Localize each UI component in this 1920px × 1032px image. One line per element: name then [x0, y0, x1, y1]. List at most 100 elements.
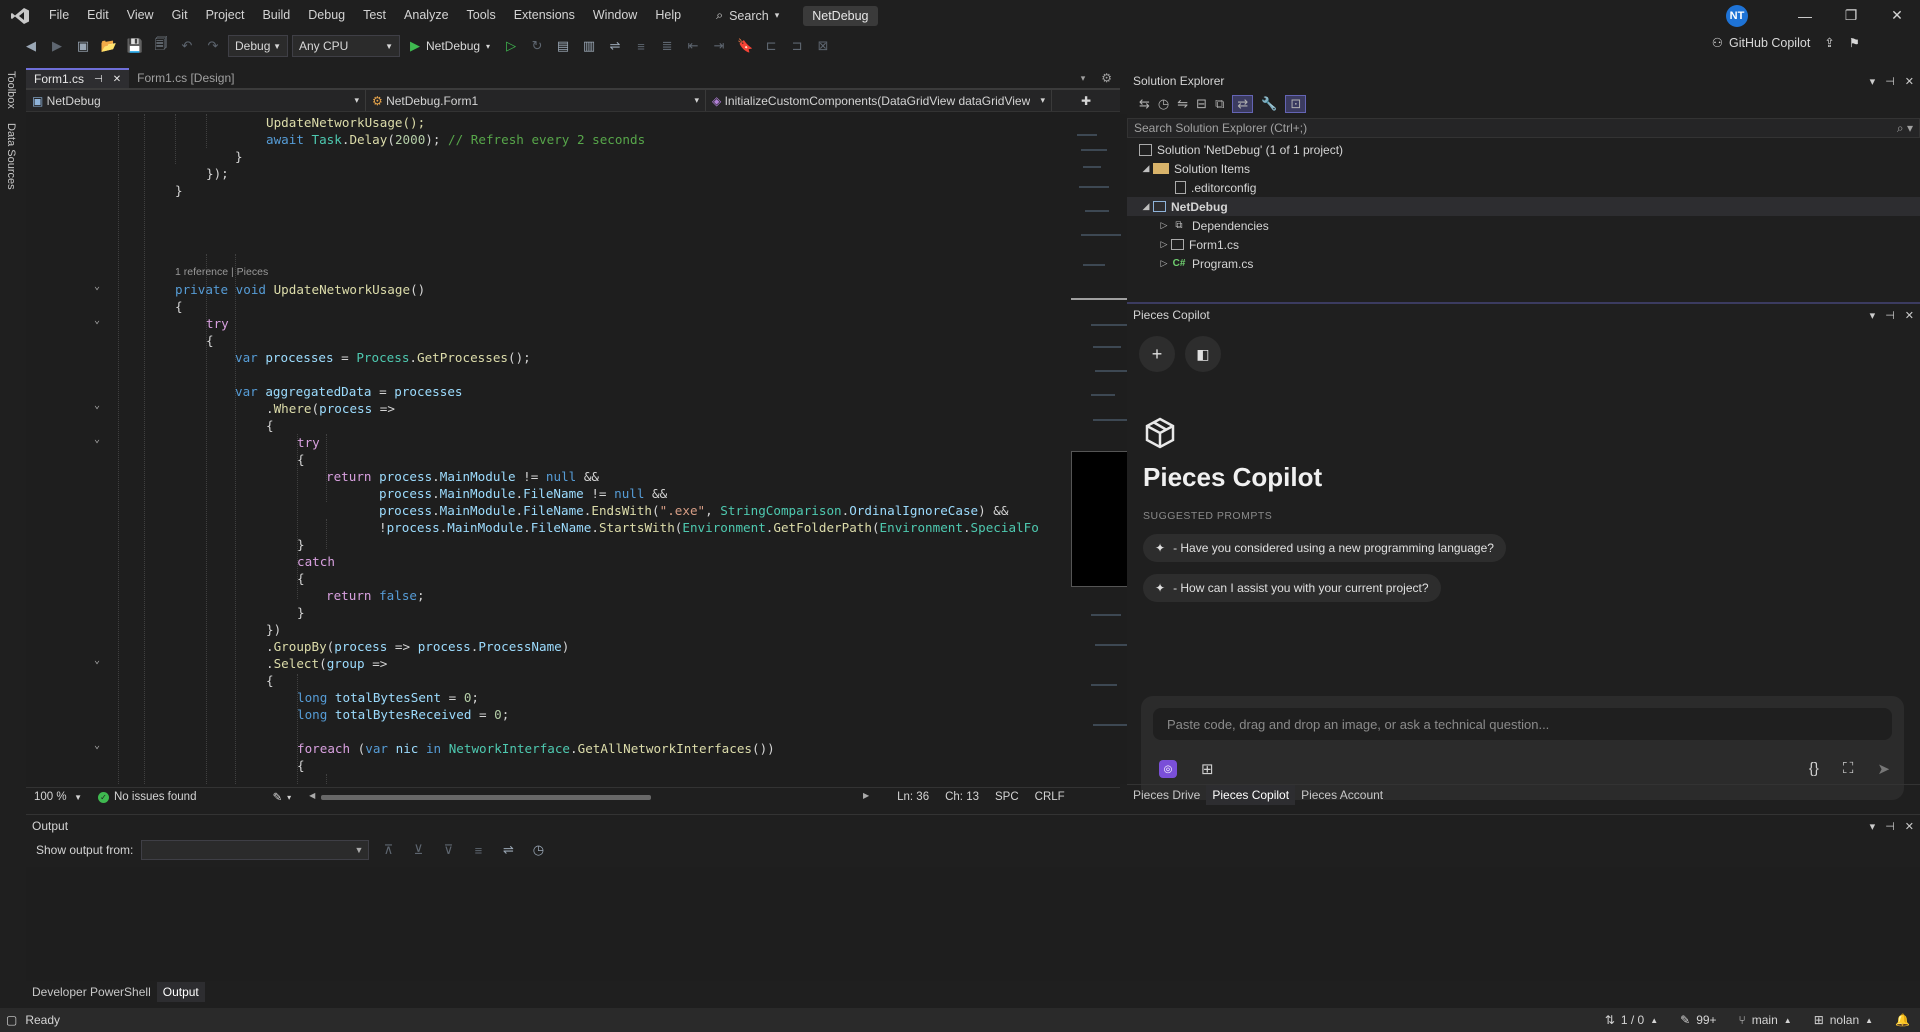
menu-edit[interactable]: Edit: [78, 0, 118, 31]
minimize-button[interactable]: —: [1782, 0, 1828, 31]
indent-icon[interactable]: ⇥: [708, 35, 730, 57]
fold-chevron-icon[interactable]: ⌄: [94, 281, 100, 292]
output-content[interactable]: [26, 867, 1920, 981]
hot-reload-icon[interactable]: ↻: [526, 35, 548, 57]
tab-pieces-copilot[interactable]: Pieces Copilot: [1206, 785, 1296, 805]
switch-views-icon[interactable]: ⇆: [1139, 96, 1150, 112]
codelens-references[interactable]: 1 reference | Pieces: [175, 266, 268, 278]
redo-icon[interactable]: ↷: [202, 35, 224, 57]
spacing-indicator[interactable]: SPC: [987, 788, 1027, 807]
menu-debug[interactable]: Debug: [299, 0, 354, 31]
menu-project[interactable]: Project: [197, 0, 254, 31]
tab-pieces-account[interactable]: Pieces Account: [1295, 785, 1389, 805]
tab-list-dropdown-icon[interactable]: ▾: [1073, 68, 1094, 88]
fold-chevron-icon[interactable]: ⌄: [94, 434, 100, 445]
tree-item-netdebug-project[interactable]: ◢ NetDebug: [1127, 197, 1920, 216]
close-window-button[interactable]: ✕: [1874, 0, 1920, 31]
tree-item-solution-items[interactable]: ◢ Solution Items: [1127, 159, 1920, 178]
line-ending-indicator[interactable]: CRLF: [1027, 788, 1073, 807]
show-all-files-icon[interactable]: ⧉: [1215, 96, 1224, 112]
screenshot-icon[interactable]: ⛶: [1843, 760, 1854, 778]
avatar[interactable]: NT: [1726, 4, 1748, 27]
line-counter-button[interactable]: ⇅ 1 / 0 ▲: [1605, 1013, 1658, 1027]
tab-form1-design[interactable]: Form1.cs [Design]: [129, 68, 242, 88]
fold-chevron-icon[interactable]: ⌄: [94, 655, 100, 666]
close-icon[interactable]: ✕: [1905, 820, 1914, 833]
prev-bookmark-icon[interactable]: ⊏: [760, 35, 782, 57]
tree-item-dependencies[interactable]: ▷ ⧉ Dependencies: [1127, 216, 1920, 235]
pin-icon[interactable]: ⊣: [1885, 820, 1895, 833]
suggested-prompt-2[interactable]: ✦ - How can I assist you with your curre…: [1143, 574, 1441, 602]
save-icon[interactable]: 💾: [124, 35, 146, 57]
menu-file[interactable]: File: [40, 0, 78, 31]
panel-menu-icon[interactable]: ▾: [1870, 820, 1876, 833]
send-icon[interactable]: ➤: [1877, 760, 1890, 778]
new-chat-button[interactable]: +: [1139, 336, 1175, 372]
menu-test[interactable]: Test: [354, 0, 395, 31]
menu-analyze[interactable]: Analyze: [395, 0, 457, 31]
filter-icon[interactable]: ⇄: [1232, 95, 1254, 113]
timestamp-icon[interactable]: ◷: [527, 839, 549, 861]
no-issues-indicator[interactable]: ✓ No issues found: [90, 788, 204, 807]
solution-search-input[interactable]: Search Solution Explorer (Ctrl+;) ⌕ ▾: [1127, 118, 1920, 138]
fold-chevron-icon[interactable]: ⌄: [94, 315, 100, 326]
word-wrap-icon[interactable]: ⇌: [497, 839, 519, 861]
gear-icon[interactable]: ⚙: [1093, 68, 1120, 88]
collapsed-arrow-icon[interactable]: ▷: [1157, 220, 1171, 231]
outdent-icon[interactable]: ⇤: [682, 35, 704, 57]
pin-icon[interactable]: ⊣: [1885, 75, 1895, 88]
comment-icon[interactable]: ≡: [630, 35, 652, 57]
tree-item-program[interactable]: ▷ C# Program.cs: [1127, 254, 1920, 273]
menu-build[interactable]: Build: [253, 0, 299, 31]
tab-developer-powershell[interactable]: Developer PowerShell: [26, 982, 157, 1002]
next-bookmark-icon[interactable]: ⊐: [786, 35, 808, 57]
menu-window[interactable]: Window: [584, 0, 646, 31]
menu-view[interactable]: View: [118, 0, 163, 31]
solution-name-badge[interactable]: NetDebug: [803, 5, 878, 26]
collapsed-arrow-icon[interactable]: ▷: [1157, 239, 1171, 250]
data-sources-tab[interactable]: Data Sources: [5, 123, 17, 190]
save-all-icon[interactable]: 🗐: [150, 35, 172, 57]
collapsed-arrow-icon[interactable]: ▷: [1157, 258, 1171, 269]
restore-button[interactable]: ❐: [1828, 0, 1874, 31]
close-icon[interactable]: ✕: [113, 74, 121, 85]
undo-icon[interactable]: ↶: [176, 35, 198, 57]
output-source-select[interactable]: ▼: [141, 840, 370, 860]
menu-extensions[interactable]: Extensions: [505, 0, 584, 31]
fold-chevron-icon[interactable]: ⌄: [94, 400, 100, 411]
menu-help[interactable]: Help: [646, 0, 690, 31]
github-copilot-button[interactable]: ⚇ GitHub Copilot ⇪ ⚑: [1712, 35, 1860, 51]
menu-tools[interactable]: Tools: [458, 0, 505, 31]
split-editor-button[interactable]: ✚: [1052, 90, 1120, 111]
column-indicator[interactable]: Ch: 13: [937, 788, 987, 807]
toggle-sidebar-button[interactable]: ◧: [1185, 336, 1221, 372]
code-braces-icon[interactable]: {}: [1809, 760, 1819, 778]
panel-menu-icon[interactable]: ▾: [1870, 75, 1876, 88]
tab-output[interactable]: Output: [156, 982, 205, 1002]
properties-wrench-icon[interactable]: 🔧: [1261, 96, 1277, 112]
pin-icon[interactable]: ⊣: [94, 74, 103, 85]
suggested-prompt-1[interactable]: ✦ - Have you considered using a new prog…: [1143, 534, 1506, 562]
notifications-button[interactable]: 🔔: [1895, 1013, 1910, 1027]
bookmark-icon[interactable]: 🔖: [734, 35, 756, 57]
uncomment-icon[interactable]: ≣: [656, 35, 678, 57]
member-dropdown[interactable]: ◈ InitializeCustomComponents(DataGridVie…: [706, 90, 1052, 111]
format-icon[interactable]: ⇌: [604, 35, 626, 57]
zoom-dropdown[interactable]: 100 % ▼: [26, 788, 90, 807]
configuration-select[interactable]: Debug ▼: [228, 35, 288, 57]
layout-icon[interactable]: ▥: [578, 35, 600, 57]
tree-item-solution[interactable]: Solution 'NetDebug' (1 of 1 project): [1127, 140, 1920, 159]
clear-all-icon[interactable]: ≡: [467, 839, 489, 861]
pin-icon[interactable]: ⊣: [1885, 309, 1895, 322]
project-dropdown[interactable]: ▣ NetDebug ▾: [26, 90, 366, 111]
search-button[interactable]: ⌕ Search ▾: [706, 4, 789, 28]
scroll-right-icon[interactable]: ▶: [863, 791, 869, 800]
toolbox-tab[interactable]: Toolbox: [5, 71, 17, 109]
open-file-icon[interactable]: 📂: [98, 35, 120, 57]
start-debugging-button[interactable]: ▶ NetDebug ▾: [404, 38, 496, 54]
expanded-arrow-icon[interactable]: ◢: [1139, 201, 1153, 212]
clear-bookmarks-icon[interactable]: ⊠: [812, 35, 834, 57]
branch-button[interactable]: ⑂ main ▲: [1739, 1013, 1792, 1027]
menu-git[interactable]: Git: [163, 0, 197, 31]
start-without-debugging-icon[interactable]: ▷: [500, 35, 522, 57]
